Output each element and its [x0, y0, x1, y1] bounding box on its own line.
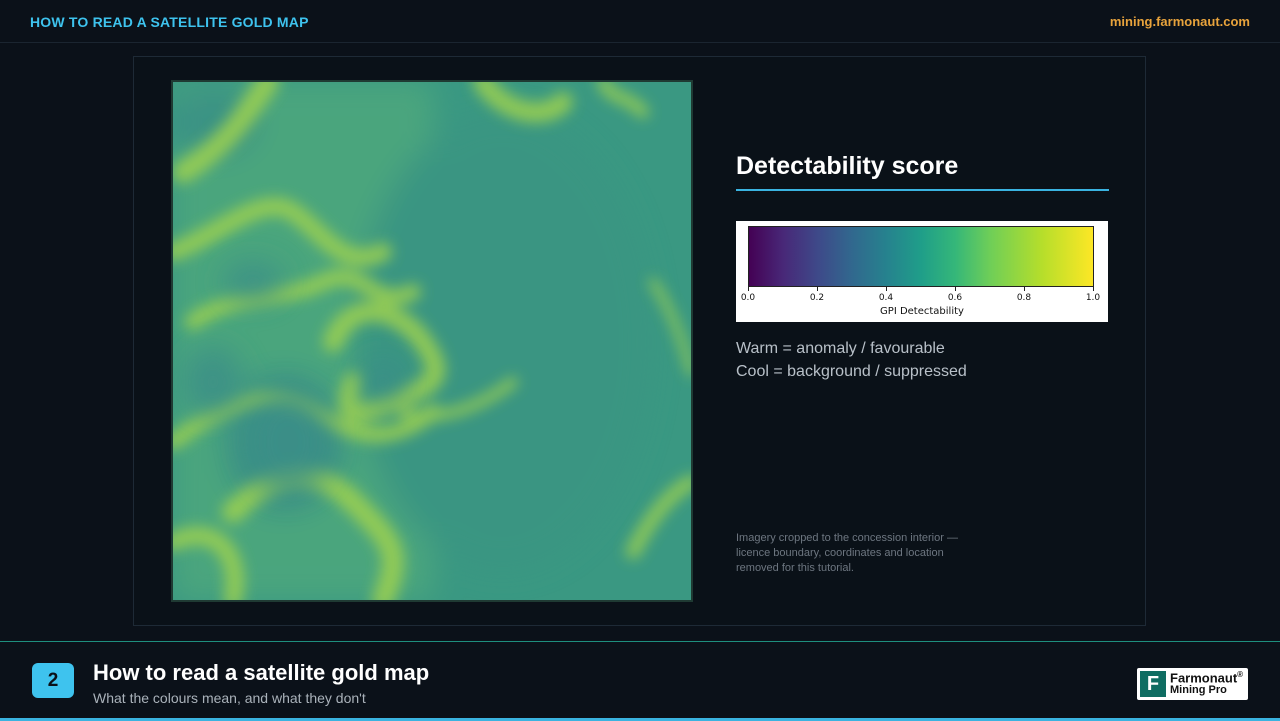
site-link[interactable]: mining.farmonaut.com [1110, 14, 1250, 29]
logo-subtitle: Mining Pro [1170, 684, 1227, 696]
colorbar-tick [817, 287, 818, 291]
detectability-map [171, 80, 693, 602]
colorbar-tick-label: 0.6 [947, 293, 963, 303]
bottom-bar: 2 How to read a satellite gold map What … [0, 641, 1280, 721]
colorbar-tick-label: 0.2 [809, 293, 825, 303]
logo-mark-icon: F [1140, 671, 1166, 697]
colorbar-legend: 0.0 0.2 0.4 0.6 0.8 1.0 GPI Detectability [736, 221, 1108, 322]
colorbar-tick-label: 1.0 [1085, 293, 1101, 303]
farmonaut-logo: F Farmonaut® Mining Pro [1137, 668, 1248, 700]
colorbar-tick [1093, 287, 1094, 291]
top-bar: HOW TO READ A SATELLITE GOLD MAP mining.… [0, 0, 1280, 43]
legend-heading: Detectability score [736, 152, 959, 180]
heatmap-image [173, 82, 691, 600]
registered-mark: ® [1237, 670, 1244, 679]
colorbar-gradient [748, 226, 1094, 287]
colorbar-tick-label: 0.8 [1016, 293, 1032, 303]
step-number-badge: 2 [32, 663, 74, 698]
colorbar-tick [748, 287, 749, 291]
colorbar-label: GPI Detectability [880, 306, 964, 317]
colorbar-tick [955, 287, 956, 291]
lesson-title: How to read a satellite gold map [93, 660, 430, 685]
imagery-footnote: Imagery cropped to the concession interi… [736, 532, 958, 574]
colorbar-tick-label: 0.4 [878, 293, 894, 303]
colorbar-tick [1024, 287, 1025, 291]
lesson-subtitle: What the colours mean, and what they don… [93, 690, 366, 706]
tutorial-title: HOW TO READ A SATELLITE GOLD MAP [30, 14, 309, 30]
colorbar-tick [886, 287, 887, 291]
colorbar-tick-label: 0.0 [740, 293, 756, 303]
heading-underline [736, 189, 1109, 191]
warm-note: Warm = anomaly / favourable [736, 340, 945, 357]
cool-note: Cool = background / suppressed [736, 363, 967, 380]
